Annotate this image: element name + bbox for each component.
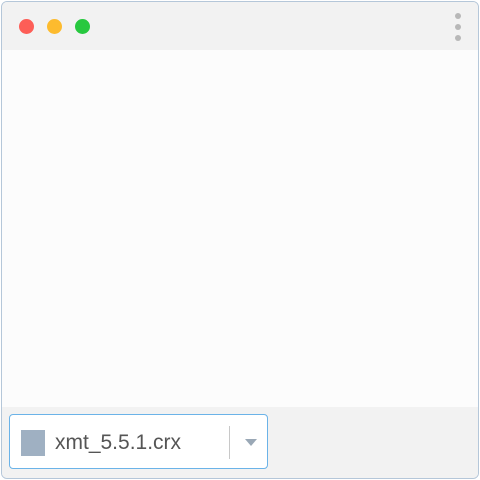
browser-window: xmt_5.5.1.crx [1, 1, 479, 479]
page-content [2, 50, 478, 407]
file-icon [21, 430, 45, 456]
more-vertical-icon[interactable] [454, 13, 462, 41]
menu-dot [455, 13, 461, 19]
menu-dot [455, 24, 461, 30]
download-shelf: xmt_5.5.1.crx [2, 407, 478, 478]
zoom-window-button[interactable] [75, 19, 90, 34]
download-file-name: xmt_5.5.1.crx [55, 431, 182, 454]
title-bar [2, 2, 478, 50]
minimize-window-button[interactable] [47, 19, 62, 34]
chevron-down-icon[interactable] [245, 439, 257, 446]
menu-dot [455, 35, 461, 41]
close-window-button[interactable] [19, 19, 34, 34]
download-item[interactable]: xmt_5.5.1.crx [9, 414, 268, 469]
download-item-divider [229, 426, 230, 459]
